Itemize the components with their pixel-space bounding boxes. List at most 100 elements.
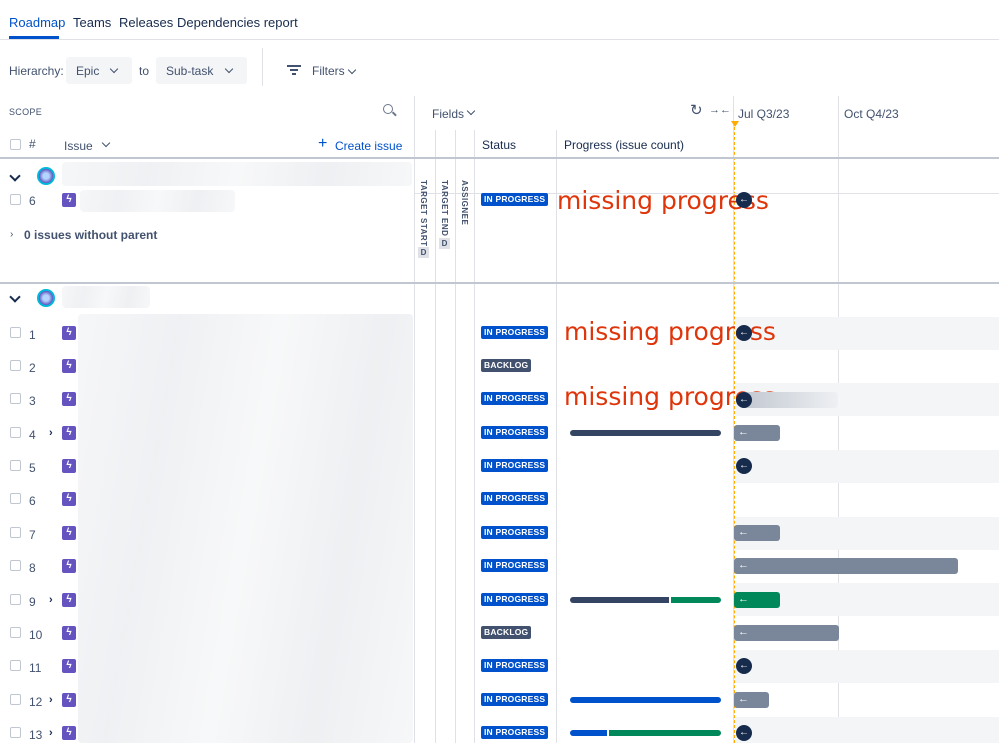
row-number: 4 — [29, 428, 36, 442]
fields-button[interactable]: Fields — [432, 107, 464, 121]
row-checkbox[interactable] — [10, 694, 21, 705]
redacted-issue-summaries — [78, 314, 413, 743]
status-badge[interactable]: IN PROGRESS — [481, 726, 549, 739]
arrow-left-icon[interactable]: ← — [736, 392, 752, 408]
filters-button[interactable]: Filters — [312, 64, 345, 78]
quarter-q3-label: Jul Q3/23 — [738, 107, 790, 121]
hierarchy-to-value: Sub-task — [166, 64, 214, 78]
arrow-left-icon: ← — [738, 526, 749, 538]
epic-icon: ϟ — [62, 392, 76, 406]
row-checkbox[interactable] — [10, 560, 21, 571]
status-badge[interactable]: IN PROGRESS — [481, 426, 549, 439]
row-checkbox[interactable] — [10, 327, 21, 338]
status-badge[interactable]: BACKLOG — [481, 359, 532, 372]
row-number: 7 — [29, 528, 36, 542]
row-checkbox[interactable] — [10, 493, 21, 504]
top-tabs: Roadmap Teams Releases Dependencies repo… — [0, 0, 999, 40]
status-badge[interactable]: IN PROGRESS — [481, 659, 549, 672]
expand-chevron-icon[interactable]: › — [49, 694, 53, 706]
plus-icon[interactable]: + — [318, 136, 327, 152]
arrow-left-icon[interactable]: ← — [736, 658, 752, 674]
row-checkbox[interactable] — [10, 660, 21, 671]
col-divider — [556, 130, 557, 743]
timeline-bar[interactable]: ← — [734, 425, 780, 441]
group-collapse-icon[interactable] — [9, 170, 21, 182]
epic-icon: ϟ — [62, 593, 76, 607]
timeline-bar[interactable]: ← — [734, 692, 769, 708]
row-checkbox[interactable] — [10, 393, 21, 404]
col-assignee-header: ASSIGNEE — [460, 180, 469, 226]
row-number: 2 — [29, 361, 36, 375]
status-badge[interactable]: IN PROGRESS — [481, 326, 549, 339]
toolbar-divider — [262, 48, 263, 86]
create-issue-button[interactable]: Create issue — [335, 139, 402, 153]
arrow-left-icon: ← — [738, 593, 749, 605]
arrow-left-icon[interactable]: ← — [736, 725, 752, 741]
status-badge[interactable]: IN PROGRESS — [481, 593, 549, 606]
issues-without-parent[interactable]: 0 issues without parent — [24, 228, 157, 242]
arrow-left-icon[interactable]: ← — [736, 458, 752, 474]
row-checkbox[interactable] — [10, 460, 21, 471]
col-divider — [474, 130, 475, 743]
status-badge[interactable]: IN PROGRESS — [481, 193, 549, 206]
epic-icon: ϟ — [62, 526, 76, 540]
row-checkbox[interactable] — [10, 427, 21, 438]
arrow-left-icon: ← — [738, 626, 749, 638]
col-issue-header[interactable]: Issue — [64, 139, 93, 153]
timeline-bar[interactable]: ← — [734, 625, 839, 641]
row-checkbox[interactable] — [10, 194, 21, 205]
tab-dependencies-report[interactable]: Dependencies report — [177, 15, 298, 30]
tab-roadmap[interactable]: Roadmap — [9, 15, 65, 30]
status-badge[interactable]: IN PROGRESS — [481, 559, 549, 572]
timeline-bar[interactable]: ← — [734, 525, 780, 541]
col-number-header: # — [29, 137, 36, 151]
search-icon-handle — [392, 111, 397, 117]
active-tab-indicator — [9, 36, 59, 39]
epic-icon: ϟ — [62, 426, 76, 440]
arrow-left-icon: ← — [738, 559, 749, 571]
row-checkbox[interactable] — [10, 527, 21, 538]
hierarchy-from-value: Epic — [76, 64, 100, 78]
hierarchy-label: Hierarchy: — [9, 64, 64, 78]
status-badge[interactable]: IN PROGRESS — [481, 693, 549, 706]
select-all-checkbox[interactable] — [10, 139, 21, 150]
timeline-row-stripe — [735, 450, 999, 483]
filter-icon[interactable] — [287, 64, 303, 77]
hierarchy-from-select[interactable]: Epic — [66, 57, 132, 84]
row-number: 10 — [29, 628, 43, 642]
row-number: 11 — [29, 661, 42, 675]
arrow-left-icon[interactable]: ← — [736, 192, 752, 208]
row-checkbox[interactable] — [10, 727, 21, 738]
col-divider — [435, 130, 436, 743]
status-badge[interactable]: IN PROGRESS — [481, 459, 549, 472]
timeline-bar[interactable]: ← — [734, 592, 780, 608]
row-number: 12 — [29, 695, 43, 709]
status-badge[interactable]: BACKLOG — [481, 626, 532, 639]
row-checkbox[interactable] — [10, 360, 21, 371]
row-checkbox[interactable] — [10, 594, 21, 605]
collapse-icon[interactable]: →← — [709, 104, 731, 116]
row-number: 1 — [29, 328, 36, 342]
hierarchy-to-select[interactable]: Sub-task — [156, 57, 247, 84]
target-start-date-marker: D — [418, 247, 429, 258]
timeline-bar-fading[interactable] — [740, 392, 838, 408]
col-divider — [455, 130, 456, 743]
row-checkbox[interactable] — [10, 627, 21, 638]
expand-chevron-icon[interactable]: › — [49, 427, 53, 439]
expand-chevron-icon[interactable]: › — [49, 594, 53, 606]
tab-teams[interactable]: Teams — [73, 15, 111, 30]
epic-icon: ϟ — [62, 726, 76, 740]
status-badge[interactable]: IN PROGRESS — [481, 492, 549, 505]
arrow-left-icon[interactable]: ← — [736, 325, 752, 341]
redacted-group-name — [62, 162, 412, 186]
timeline-bar[interactable]: ← — [734, 558, 958, 574]
reset-icon[interactable]: ↻ — [690, 103, 703, 118]
redacted-issue-summary — [80, 190, 235, 212]
tab-releases[interactable]: Releases — [119, 15, 173, 30]
chevron-right-icon[interactable]: › — [10, 229, 13, 240]
status-badge[interactable]: IN PROGRESS — [481, 526, 549, 539]
quarter-q4-label: Oct Q4/23 — [844, 107, 899, 121]
status-badge[interactable]: IN PROGRESS — [481, 392, 549, 405]
expand-chevron-icon[interactable]: › — [49, 727, 53, 739]
group-collapse-icon[interactable] — [9, 291, 21, 303]
